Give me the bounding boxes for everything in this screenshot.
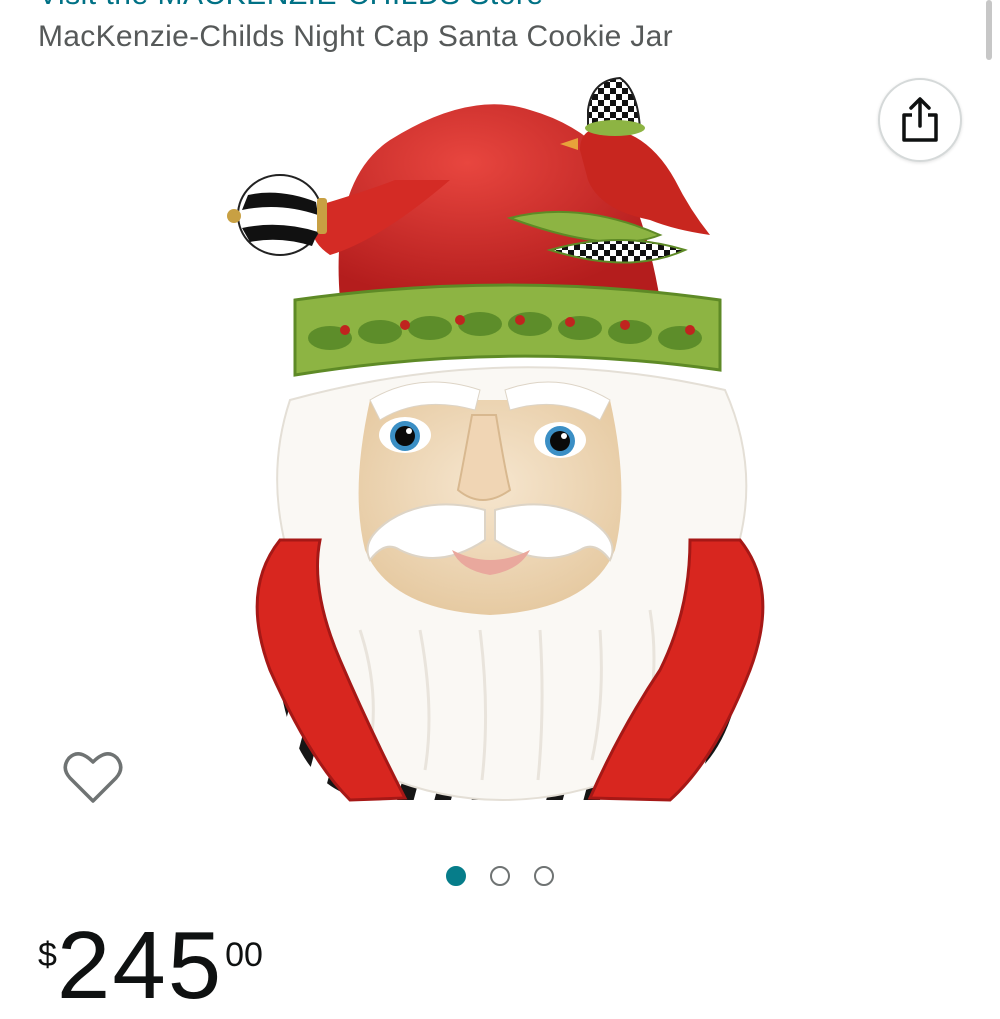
price-whole: 245 [56, 912, 224, 1019]
price-fraction: 00 [225, 936, 263, 974]
carousel-dot-3[interactable] [534, 866, 554, 886]
santa-cookie-jar-image [227, 76, 765, 802]
store-link[interactable]: Visit the MACKENZIE-CHILDS Store [38, 0, 544, 12]
share-icon [902, 97, 938, 142]
carousel-dot-1[interactable] [446, 866, 466, 886]
image-carousel-dots [0, 866, 1000, 886]
carousel-dot-2[interactable] [490, 866, 510, 886]
wishlist-button[interactable] [60, 744, 126, 810]
heart-outline-icon [63, 752, 123, 803]
share-button[interactable] [878, 78, 962, 162]
product-title: MacKenzie-Childs Night Cap Santa Cookie … [38, 20, 673, 53]
product-image[interactable] [220, 70, 780, 820]
price-currency-symbol: $ [38, 936, 57, 974]
scrollbar[interactable] [986, 0, 992, 60]
